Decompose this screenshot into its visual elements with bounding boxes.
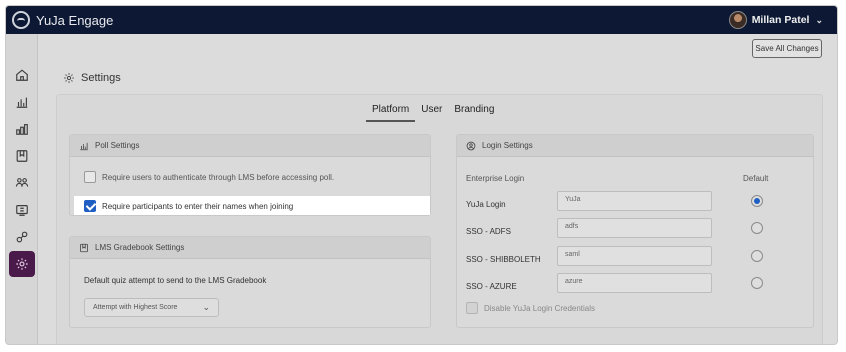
chevron-down-icon: ⌄: [202, 302, 210, 312]
default-radio-azure[interactable]: [751, 277, 763, 289]
media-icon[interactable]: [11, 199, 33, 221]
lms-auth-checkbox[interactable]: [84, 171, 96, 183]
tab-branding[interactable]: Branding: [448, 104, 500, 122]
lms-gradebook-title: LMS Gradebook Settings: [95, 243, 185, 252]
bar-chart-icon[interactable]: [11, 118, 33, 140]
user-menu[interactable]: Millan Patel ⌄: [728, 11, 823, 29]
participant-name-checkbox[interactable]: [84, 200, 96, 212]
sidebar: [6, 34, 38, 344]
yuja-logo-icon: [12, 11, 30, 29]
lms-auth-label: Require users to authenticate through LM…: [102, 172, 335, 182]
lms-gradebook-header: LMS Gradebook Settings: [70, 237, 430, 259]
poll-settings-title: Poll Settings: [95, 141, 140, 150]
settings-tabs: Platform User Branding: [366, 104, 500, 122]
user-name: Millan Patel: [751, 14, 810, 26]
login-row-label-azure: SSO - AZURE: [466, 282, 517, 291]
brand[interactable]: YuJa Engage: [12, 11, 113, 29]
app-window: YuJa Engage Millan Patel ⌄ Save All Chan…: [5, 5, 838, 345]
gradebook-attempt-select[interactable]: Attempt with Highest Score ⌄: [84, 298, 219, 317]
poll-chart-icon: [80, 142, 88, 150]
gradebook-description: Default quiz attempt to send to the LMS …: [84, 276, 267, 285]
login-input-shibboleth[interactable]: saml: [557, 246, 712, 266]
chevron-down-icon: ⌄: [815, 14, 823, 25]
poll-settings-header: Poll Settings: [70, 135, 430, 157]
gradebook-attempt-value: Attempt with Highest Score: [93, 304, 178, 311]
tab-platform[interactable]: Platform: [366, 104, 416, 122]
users-icon[interactable]: [11, 172, 33, 194]
gradebook-icon: [80, 243, 88, 252]
default-radio-shibboleth[interactable]: [751, 250, 763, 262]
gear-icon[interactable]: [9, 251, 35, 277]
bookmark-icon[interactable]: [11, 145, 33, 167]
avatar: [728, 11, 747, 29]
login-row-label-adfs: SSO - ADFS: [466, 227, 511, 236]
settings-gear-icon: [64, 73, 74, 83]
login-input-azure[interactable]: azure: [557, 273, 712, 293]
analytics-icon[interactable]: [11, 91, 33, 113]
top-bar: YuJa Engage Millan Patel ⌄: [6, 6, 837, 34]
integrations-icon[interactable]: [11, 226, 33, 248]
enterprise-login-label: Enterprise Login: [466, 174, 525, 183]
login-settings-header: Login Settings: [457, 135, 813, 157]
disable-yuja-login-option[interactable]: Disable YuJa Login Credentials: [466, 302, 595, 314]
login-settings-title: Login Settings: [482, 141, 533, 150]
save-all-changes-button[interactable]: Save All Changes: [752, 39, 822, 58]
login-input-adfs[interactable]: adfs: [557, 218, 712, 238]
app-name: YuJa Engage: [36, 12, 114, 28]
lms-auth-option[interactable]: Require users to authenticate through LM…: [84, 171, 334, 183]
page-title: Settings: [63, 72, 121, 84]
participant-name-option[interactable]: Require participants to enter their name…: [84, 200, 293, 212]
disable-yuja-login-checkbox[interactable]: [466, 302, 478, 314]
default-radio-adfs[interactable]: [751, 222, 763, 234]
login-row-label-yuja: YuJa Login: [466, 200, 506, 209]
login-input-yuja[interactable]: YuJa: [557, 191, 712, 211]
page-title-text: Settings: [81, 72, 121, 84]
home-icon[interactable]: [11, 64, 33, 86]
participant-name-label: Require participants to enter their name…: [102, 201, 294, 211]
tab-user[interactable]: User: [415, 104, 448, 122]
default-radio-yuja[interactable]: [751, 195, 763, 207]
disable-yuja-login-label: Disable YuJa Login Credentials: [484, 303, 596, 313]
login-row-label-shibboleth: SSO - SHIBBOLETH: [466, 255, 541, 264]
user-circle-icon: [466, 141, 476, 150]
default-column-label: Default: [743, 174, 769, 183]
